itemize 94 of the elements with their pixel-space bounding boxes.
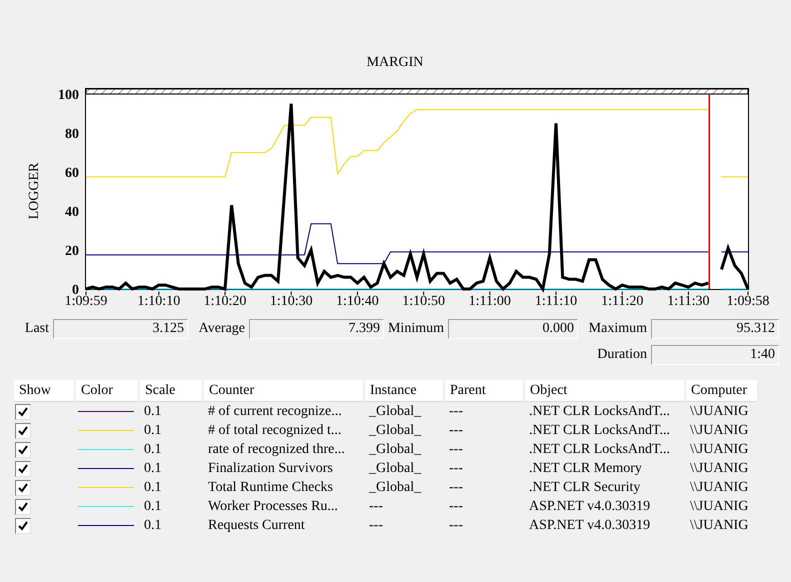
table-cell: \\JUANIG [690, 480, 748, 495]
table-cell: ASP.NET v4.0.30319 [529, 518, 650, 533]
column-header[interactable]: Computer [685, 380, 758, 402]
show-checkbox[interactable] [15, 498, 31, 514]
x-tick-mark [423, 291, 424, 296]
x-tick-mark [290, 291, 292, 296]
x-tick-mark [688, 291, 689, 296]
x-tick-mark [158, 291, 160, 296]
y-tick-label: 60 [65, 166, 79, 181]
column-header[interactable]: Counter [203, 380, 364, 402]
x-tick-label: 1:09:59 [64, 294, 108, 309]
column-header[interactable]: Color [75, 380, 139, 402]
y-tick-label: 80 [65, 127, 79, 142]
table-cell: Total Runtime Checks [208, 480, 334, 495]
show-checkbox[interactable] [15, 422, 31, 438]
table-cell: --- [449, 404, 463, 419]
table-cell: _Global_ [369, 442, 422, 457]
y-axis-label: LOGGER [27, 162, 42, 220]
chart-title: MARGIN [366, 55, 424, 70]
table-cell: rate of recognized thre... [208, 442, 345, 457]
table-cell: 0.1 [144, 499, 162, 514]
table-cell: Worker Processes Ru... [208, 499, 338, 514]
table-cell: 0.1 [144, 404, 162, 419]
x-tick-label: 1:10:10 [137, 294, 180, 309]
x-tick-label: 1:11:10 [534, 294, 578, 309]
table-cell: .NET CLR LocksAndT... [529, 442, 670, 457]
table-cell: \\JUANIG [690, 461, 748, 476]
stat-label: Minimum [386, 320, 445, 338]
x-tick-mark [556, 291, 557, 296]
table-cell: .NET CLR Security [529, 480, 640, 495]
table-cell: --- [449, 518, 463, 533]
stat-field: 95.312 [651, 318, 779, 338]
table-cell: # of total recognized t... [208, 423, 342, 438]
column-header[interactable]: Object [524, 380, 685, 402]
table-cell: --- [449, 499, 463, 514]
table-cell: --- [369, 518, 383, 533]
table-cell: \\JUANIG [690, 499, 748, 514]
show-checkbox[interactable] [15, 480, 31, 496]
table-cell: .NET CLR LocksAndT... [529, 404, 670, 419]
table-cell: --- [449, 480, 463, 495]
x-tick-mark [489, 291, 490, 296]
column-header[interactable]: Parent [444, 380, 524, 402]
column-header[interactable]: Show [14, 380, 75, 402]
x-tick-label: 1:11:00 [468, 294, 511, 309]
x-tick-label: 1:11:20 [601, 294, 644, 309]
stat-field: 0.000 [448, 318, 578, 338]
table-cell: _Global_ [369, 423, 422, 438]
table-cell: .NET CLR LocksAndT... [529, 423, 670, 438]
table-cell: --- [449, 423, 463, 438]
table-cell: Requests Current [208, 518, 305, 533]
show-checkbox[interactable] [15, 518, 31, 534]
stat-label: Average [198, 320, 246, 338]
stat-field: 7.399 [249, 318, 384, 338]
table-cell: \\JUANIG [690, 442, 748, 457]
table-cell: \\JUANIG [690, 423, 748, 438]
table-cell: 0.1 [144, 518, 162, 533]
x-tick-label: 1:10:50 [402, 294, 445, 309]
table-cell: ASP.NET v4.0.30319 [529, 499, 650, 514]
table-cell: _Global_ [369, 480, 422, 495]
table-cell: 0.1 [144, 461, 162, 476]
x-tick-label: 1:10:40 [336, 294, 379, 309]
x-tick-label: 1:09:58 [726, 294, 770, 309]
x-tick-label: 1:11:30 [667, 294, 710, 309]
show-checkbox[interactable] [15, 460, 31, 476]
stat-label: Maximum [588, 320, 648, 338]
stat-label: Duration [596, 346, 648, 364]
x-tick-mark [224, 291, 226, 296]
x-tick-mark [356, 291, 358, 296]
y-tick-label: 20 [65, 244, 79, 259]
table-cell: --- [449, 442, 463, 457]
show-checkbox[interactable] [15, 442, 31, 458]
table-cell: _Global_ [369, 461, 422, 476]
stat-label: Last [24, 320, 50, 338]
column-header[interactable]: Instance [364, 380, 444, 402]
table-cell: _Global_ [369, 404, 422, 419]
table-cell: 0.1 [144, 480, 162, 495]
table-cell: 0.1 [144, 423, 162, 438]
table-cell: 0.1 [144, 442, 162, 457]
table-cell: .NET CLR Memory [529, 461, 642, 476]
y-tick-label: 40 [65, 205, 79, 220]
table-cell: Finalization Survivors [208, 461, 333, 476]
show-checkbox[interactable] [15, 404, 31, 420]
y-tick-label: 100 [58, 88, 79, 103]
stat-field: 3.125 [53, 318, 188, 338]
table-cell: \\JUANIG [690, 404, 748, 419]
table-cell: # of current recognize... [208, 404, 342, 419]
table-cell: --- [449, 461, 463, 476]
x-tick-mark [622, 291, 623, 296]
column-header[interactable]: Scale [139, 380, 203, 402]
table-cell: \\JUANIG [690, 518, 748, 533]
table-cell: --- [369, 499, 383, 514]
stat-field: 1:40 [651, 344, 779, 364]
x-tick-label: 1:10:30 [270, 294, 313, 309]
x-tick-label: 1:10:20 [204, 294, 246, 309]
